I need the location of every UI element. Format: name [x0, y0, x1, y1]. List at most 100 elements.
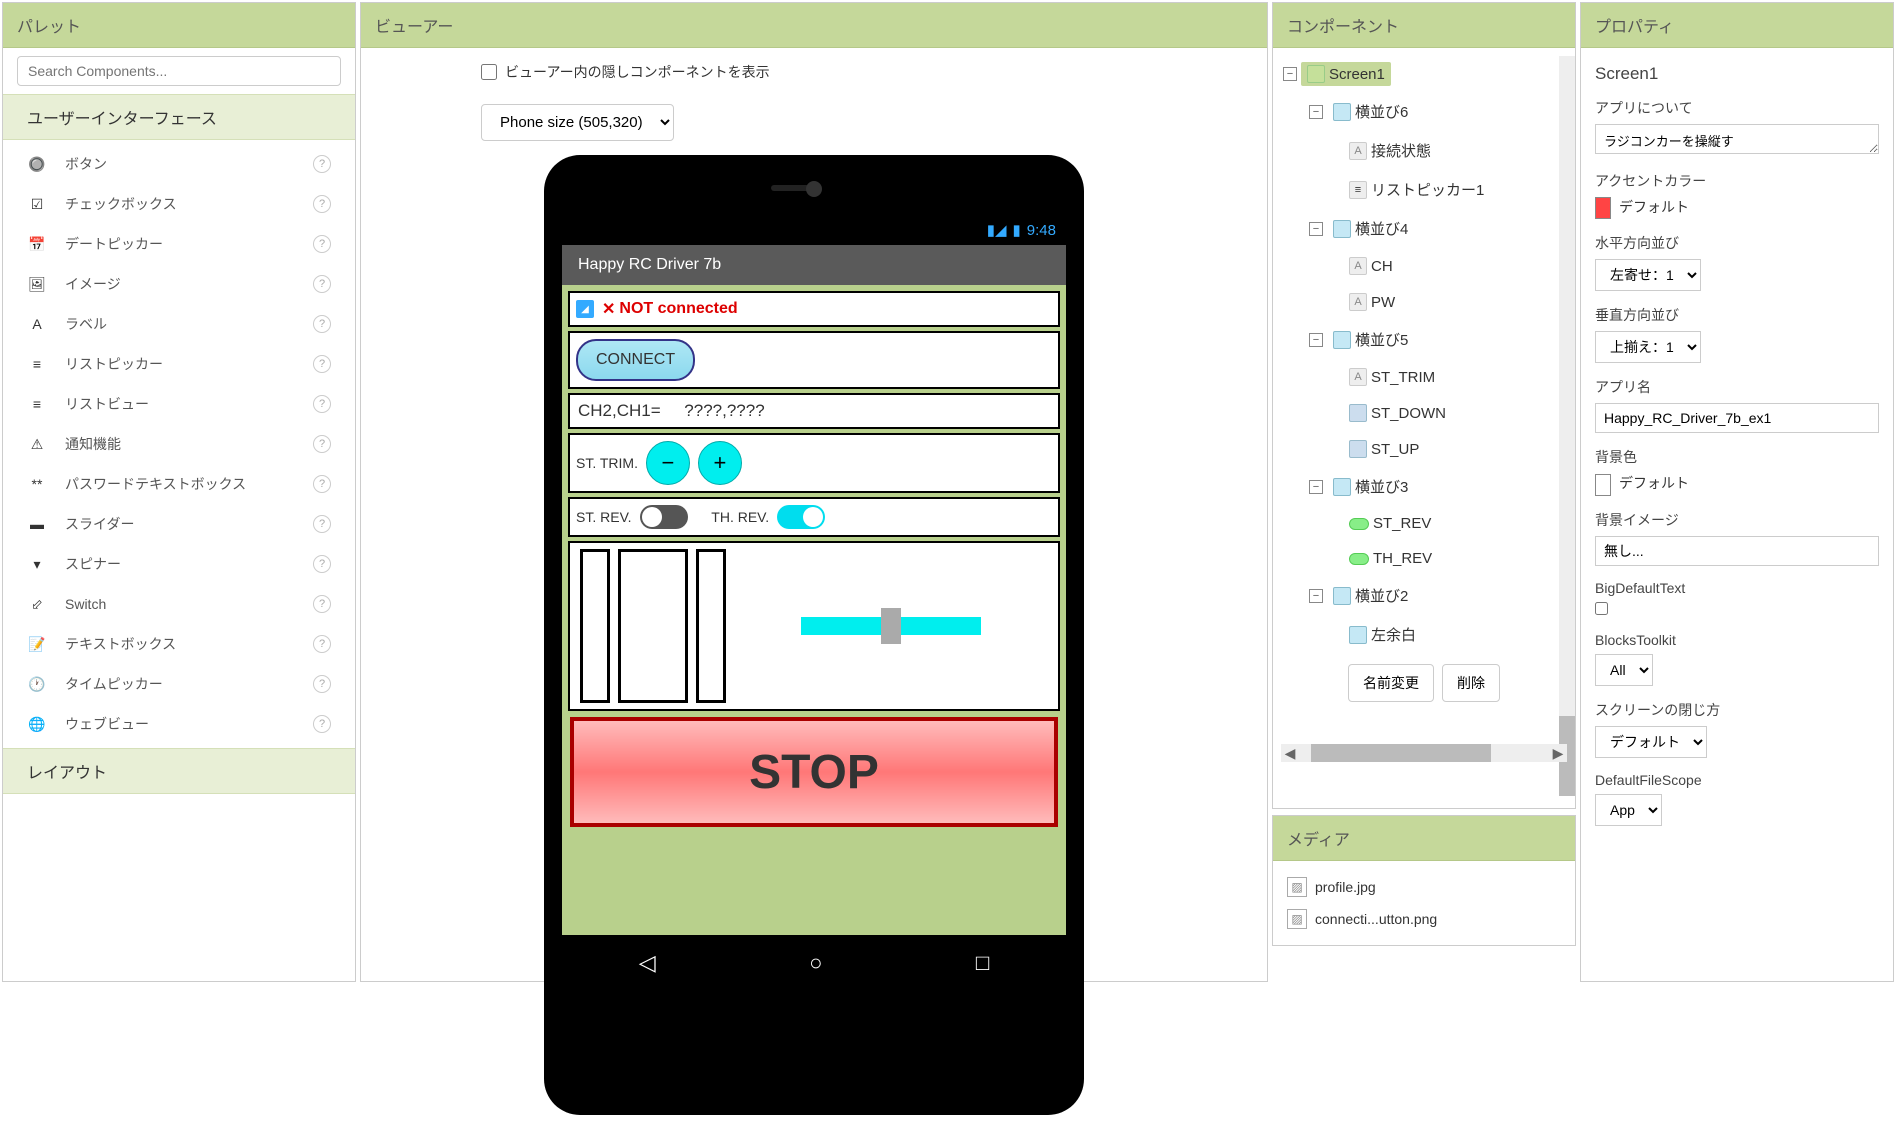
- prop-about-input[interactable]: ラジコンカーを操縦す: [1595, 124, 1879, 154]
- palette-item[interactable]: 📝テキストボックス?: [3, 624, 355, 664]
- help-icon[interactable]: ?: [313, 475, 331, 493]
- expand-icon[interactable]: −: [1309, 480, 1323, 494]
- expand-icon[interactable]: −: [1309, 222, 1323, 236]
- media-item[interactable]: ▨connecti...utton.png: [1283, 903, 1565, 935]
- tree-conn-state[interactable]: A接続状態: [1281, 131, 1567, 170]
- palette-item[interactable]: ≡リストピッカー?: [3, 344, 355, 384]
- component-label: リストピッカー: [65, 354, 313, 374]
- connect-button[interactable]: CONNECT: [576, 339, 695, 381]
- component-icon: ≡: [27, 394, 47, 414]
- tree-h4[interactable]: − 横並び4: [1281, 209, 1567, 248]
- help-icon[interactable]: ?: [313, 435, 331, 453]
- tree-pw[interactable]: APW: [1281, 284, 1567, 320]
- palette-item[interactable]: 🕐タイムピッカー?: [3, 664, 355, 704]
- help-icon[interactable]: ?: [313, 635, 331, 653]
- help-icon[interactable]: ?: [313, 355, 331, 373]
- prop-valign-select[interactable]: 上揃え：1: [1595, 331, 1701, 363]
- palette-category-layout[interactable]: レイアウト: [3, 748, 355, 794]
- component-label: チェックボックス: [65, 194, 313, 214]
- help-icon[interactable]: ?: [313, 155, 331, 173]
- prop-halign-select[interactable]: 左寄せ：1: [1595, 259, 1701, 291]
- reverse-row: ST. REV. TH. REV.: [568, 497, 1060, 537]
- palette-item[interactable]: ▾スピナー?: [3, 544, 355, 584]
- tree-screen1[interactable]: − Screen1: [1281, 56, 1567, 92]
- component-icon: 📝: [27, 634, 47, 654]
- prop-bgcolor-value[interactable]: デフォルト: [1595, 473, 1879, 495]
- th-rev-switch[interactable]: [777, 505, 825, 529]
- help-icon[interactable]: ?: [313, 715, 331, 733]
- prop-close-select[interactable]: デフォルト: [1595, 726, 1707, 758]
- trim-minus-button[interactable]: −: [646, 441, 690, 485]
- help-icon[interactable]: ?: [313, 595, 331, 613]
- tree-st-rev[interactable]: ST_REV: [1281, 506, 1567, 541]
- prop-blocks-select[interactable]: All: [1595, 654, 1653, 686]
- palette-item[interactable]: ⬃Switch?: [3, 584, 355, 624]
- trim-plus-button[interactable]: +: [698, 441, 742, 485]
- help-icon[interactable]: ?: [313, 275, 331, 293]
- tree-hscroll[interactable]: ◀ ▶: [1281, 744, 1567, 762]
- prop-scope-select[interactable]: App: [1595, 794, 1662, 826]
- android-nav-bar: ◁ ○ □: [562, 935, 1066, 991]
- palette-item[interactable]: ▬スライダー?: [3, 504, 355, 544]
- back-icon[interactable]: ◁: [639, 950, 656, 976]
- home-icon[interactable]: ○: [809, 950, 822, 976]
- component-label: リストビュー: [65, 394, 313, 414]
- prop-bigtext-checkbox[interactable]: [1595, 602, 1608, 615]
- tree-st-up[interactable]: ST_UP: [1281, 431, 1567, 467]
- palette-item[interactable]: 🖼イメージ?: [3, 264, 355, 304]
- help-icon[interactable]: ?: [313, 395, 331, 413]
- help-icon[interactable]: ?: [313, 515, 331, 533]
- palette-category-ui[interactable]: ユーザーインターフェース: [3, 94, 355, 140]
- prop-accent-value[interactable]: デフォルト: [1595, 197, 1879, 219]
- tree-left-margin[interactable]: 左余白: [1281, 615, 1567, 654]
- prop-bgimage-input[interactable]: [1595, 536, 1879, 566]
- tree-listpicker1[interactable]: ≡リストピッカー1: [1281, 170, 1567, 209]
- expand-icon[interactable]: −: [1309, 589, 1323, 603]
- tree-h5[interactable]: − 横並び5: [1281, 320, 1567, 359]
- palette-item[interactable]: 🔘ボタン?: [3, 144, 355, 184]
- help-icon[interactable]: ?: [313, 555, 331, 573]
- connection-row: ◢ ✕ NOT connected: [568, 291, 1060, 327]
- delete-button[interactable]: 削除: [1442, 664, 1500, 702]
- help-icon[interactable]: ?: [313, 315, 331, 333]
- expand-icon[interactable]: −: [1309, 105, 1323, 119]
- stop-button[interactable]: STOP: [570, 717, 1058, 827]
- search-input[interactable]: [17, 56, 341, 86]
- palette-item[interactable]: 📅デートピッカー?: [3, 224, 355, 264]
- prop-appname-input[interactable]: [1595, 403, 1879, 433]
- palette-item[interactable]: ☑チェックボックス?: [3, 184, 355, 224]
- help-icon[interactable]: ?: [313, 195, 331, 213]
- rename-button[interactable]: 名前変更: [1348, 664, 1434, 702]
- show-hidden-checkbox[interactable]: [481, 64, 497, 80]
- prop-blocks-label: BlocksToolkit: [1595, 632, 1879, 648]
- android-status-bar: ▮◢ ▮ 9:48: [562, 215, 1066, 245]
- expand-icon[interactable]: −: [1309, 333, 1323, 347]
- tree-h6[interactable]: − 横並び6: [1281, 92, 1567, 131]
- tree-st-trim[interactable]: AST_TRIM: [1281, 359, 1567, 395]
- palette-item[interactable]: 🌐ウェブビュー?: [3, 704, 355, 744]
- phone-size-select[interactable]: Phone size (505,320): [481, 104, 674, 141]
- palette-item[interactable]: Aラベル?: [3, 304, 355, 344]
- throttle-slider[interactable]: [801, 617, 981, 635]
- channel-row: CH2,CH1= ????,????: [568, 393, 1060, 429]
- media-item[interactable]: ▨profile.jpg: [1283, 871, 1565, 903]
- properties-panel: プロパティ Screen1 アプリについて ラジコンカーを操縦す アクセントカラ…: [1580, 2, 1894, 982]
- tree-vscroll[interactable]: [1559, 56, 1575, 796]
- component-label: イメージ: [65, 274, 313, 294]
- media-title: メディア: [1273, 816, 1575, 861]
- component-label: スライダー: [65, 514, 313, 534]
- tree-h3[interactable]: − 横並び3: [1281, 467, 1567, 506]
- palette-item[interactable]: **パスワードテキストボックス?: [3, 464, 355, 504]
- tree-h2[interactable]: − 横並び2: [1281, 576, 1567, 615]
- tree-st-down[interactable]: ST_DOWN: [1281, 395, 1567, 431]
- component-label: ラベル: [65, 314, 313, 334]
- tree-ch[interactable]: ACH: [1281, 248, 1567, 284]
- expand-icon[interactable]: −: [1283, 67, 1297, 81]
- help-icon[interactable]: ?: [313, 235, 331, 253]
- recent-icon[interactable]: □: [976, 950, 989, 976]
- palette-item[interactable]: ⚠通知機能?: [3, 424, 355, 464]
- st-rev-switch[interactable]: [640, 505, 688, 529]
- tree-th-rev[interactable]: TH_REV: [1281, 541, 1567, 576]
- palette-item[interactable]: ≡ リストビュー?: [3, 384, 355, 424]
- help-icon[interactable]: ?: [313, 675, 331, 693]
